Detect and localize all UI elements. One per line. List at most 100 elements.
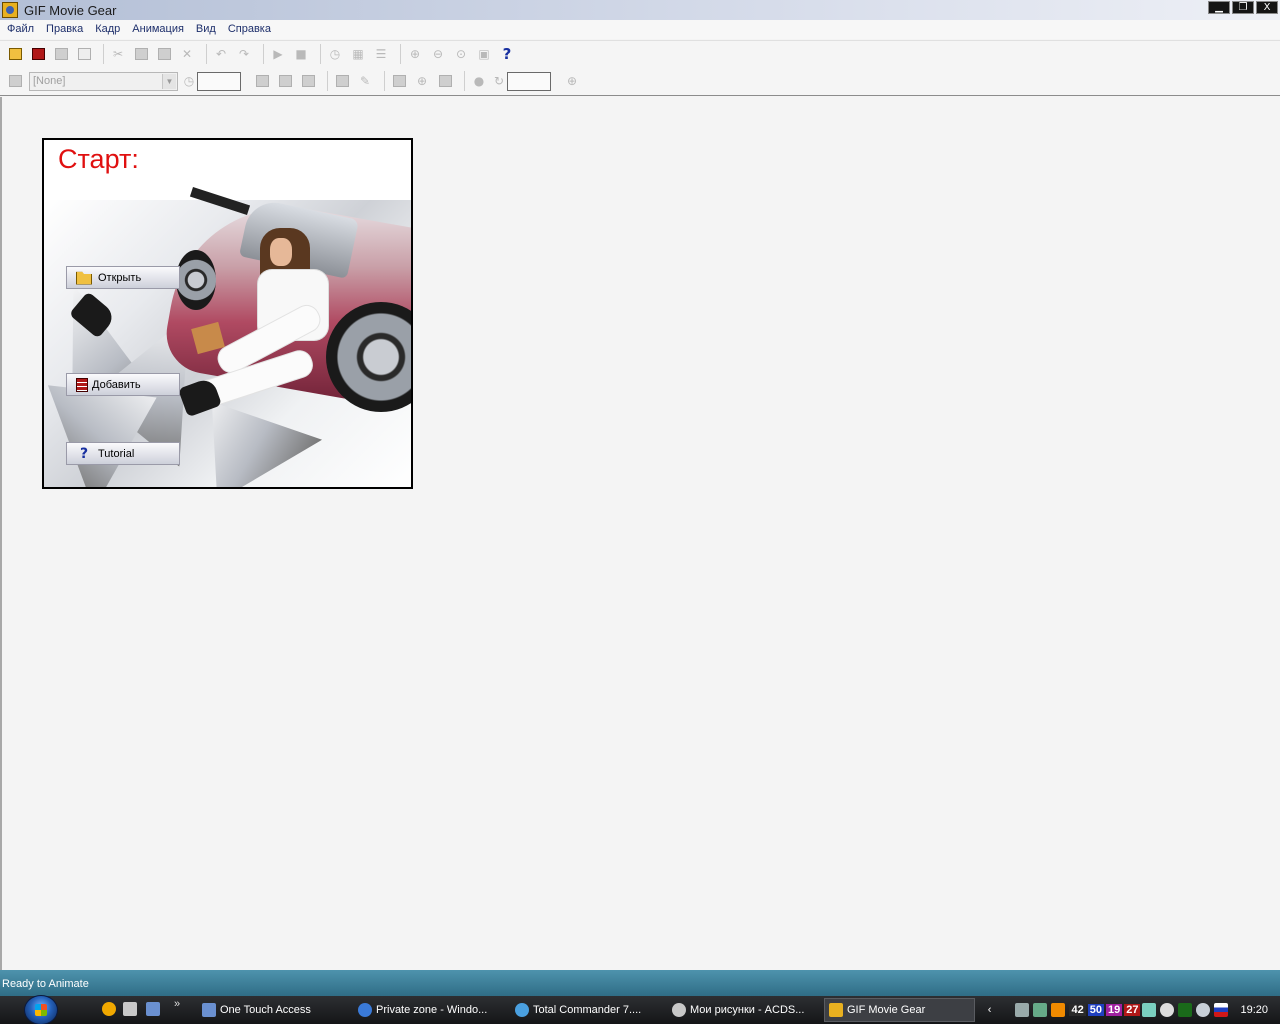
- toolbar-separator: [103, 44, 104, 64]
- copy-icon[interactable]: [132, 45, 150, 63]
- delay-input[interactable]: [197, 71, 241, 91]
- frame-zoom-icon[interactable]: ⊕: [413, 72, 431, 90]
- toolbar-separator: [206, 44, 207, 64]
- chevron-down-icon[interactable]: ▼: [162, 73, 176, 89]
- frame-properties-icon[interactable]: [6, 72, 24, 90]
- film-strip-icon: [76, 377, 88, 392]
- russian-flag-icon[interactable]: [1214, 1003, 1229, 1017]
- frame-shape-icon[interactable]: [436, 72, 454, 90]
- tray-expand-arrow[interactable]: ‹: [986, 1004, 994, 1016]
- start-title: Старт:: [58, 144, 139, 174]
- network-icon[interactable]: [1015, 1003, 1030, 1017]
- delete-icon[interactable]: ✕: [178, 45, 196, 63]
- toolbar-separator: [384, 71, 385, 91]
- taskbar-item[interactable]: Мои рисунки - ACDS...: [668, 998, 818, 1022]
- pen-icon[interactable]: [1142, 1003, 1157, 1017]
- add-button-label: Добавить: [92, 378, 141, 391]
- minimize-button[interactable]: ▁: [1208, 1, 1230, 14]
- crop-icon[interactable]: [253, 72, 271, 90]
- color-icon[interactable]: ●: [470, 72, 488, 90]
- tutorial-button[interactable]: ? Tutorial: [66, 442, 180, 465]
- loop-icon: ↻: [493, 74, 505, 88]
- stop-icon[interactable]: ■: [292, 45, 310, 63]
- palette-combo[interactable]: [None] ▼: [29, 71, 178, 91]
- frame-size-icon[interactable]: [390, 72, 408, 90]
- menu-edit[interactable]: Правка: [40, 20, 89, 39]
- start-artwork: [44, 140, 411, 487]
- open-button[interactable]: Открыть: [66, 266, 180, 289]
- menu-file[interactable]: Файл: [1, 20, 40, 39]
- timing-icon[interactable]: ◷: [326, 45, 344, 63]
- quick-launch-icon[interactable]: [146, 1002, 160, 1016]
- toolbar-separator: [263, 44, 264, 64]
- browser-icon: [358, 1003, 372, 1017]
- zoom-reset-icon[interactable]: ⊙: [452, 45, 470, 63]
- rotate-frame-icon[interactable]: [276, 72, 294, 90]
- loop-count-input[interactable]: [507, 71, 551, 91]
- film-strip-icon[interactable]: [29, 45, 47, 63]
- taskbar-item-label: One Touch Access: [220, 1004, 311, 1016]
- main-toolbar: ✂ ✕ ↶ ↷ ▶ ■ ◷ ▦ ☰ ⊕ ⊖ ⊙ ▣ ?: [0, 40, 1280, 67]
- terminal-icon[interactable]: [1178, 1003, 1193, 1017]
- menu-view[interactable]: Вид: [190, 20, 222, 39]
- maximize-button[interactable]: ❐: [1232, 1, 1254, 14]
- settings-icon[interactable]: [1033, 1003, 1048, 1017]
- window-controls: ▁ ❐ X: [1208, 1, 1278, 14]
- language-icon[interactable]: [1196, 1003, 1211, 1017]
- menu-help[interactable]: Справка: [222, 20, 277, 39]
- tutorial-button-label: Tutorial: [98, 447, 135, 460]
- taskbar-item-label: GIF Movie Gear: [847, 1004, 926, 1016]
- flip-frame-icon[interactable]: [299, 72, 317, 90]
- volume-icon[interactable]: [1160, 1003, 1175, 1017]
- title-bar: GIF Movie Gear ▁ ❐ X: [0, 0, 1280, 20]
- quick-launch-icon[interactable]: [102, 1002, 116, 1016]
- close-button[interactable]: X: [1256, 1, 1278, 14]
- clock[interactable]: 19:20: [1240, 1004, 1268, 1016]
- open-folder-icon[interactable]: [6, 45, 24, 63]
- help-icon[interactable]: ?: [498, 45, 516, 63]
- tray-counter[interactable]: 27: [1124, 1004, 1141, 1016]
- frame-grid-icon[interactable]: ▦: [349, 45, 367, 63]
- frame-list-icon[interactable]: ☰: [372, 45, 390, 63]
- paste-icon[interactable]: [155, 45, 173, 63]
- palette-combo-value: [None]: [33, 74, 66, 87]
- toolbar-separator: [464, 71, 465, 91]
- taskbar-item-label: Private zone - Windo...: [376, 1004, 488, 1016]
- delay-clock-icon: ◷: [183, 74, 195, 88]
- taskbar-item[interactable]: Private zone - Windo...: [354, 998, 506, 1022]
- menu-frame[interactable]: Кадр: [89, 20, 126, 39]
- select-icon[interactable]: ▣: [475, 45, 493, 63]
- save-icon[interactable]: [52, 45, 70, 63]
- tray-counter[interactable]: 42: [1069, 1004, 1086, 1016]
- media-player-icon[interactable]: [1051, 1003, 1066, 1017]
- quick-launch-more[interactable]: »: [174, 998, 180, 1010]
- frame-toolbar: [None] ▼ ◷ ✎ ⊕ ● ↻ ⊕: [0, 67, 1280, 96]
- tray-counter[interactable]: 50: [1087, 1004, 1104, 1016]
- start-button[interactable]: [24, 995, 58, 1024]
- redo-icon[interactable]: ↷: [235, 45, 253, 63]
- transparency-icon[interactable]: [333, 72, 351, 90]
- taskbar-item[interactable]: Total Commander 7....: [511, 998, 663, 1022]
- taskbar-item[interactable]: One Touch Access: [198, 998, 348, 1022]
- play-icon[interactable]: ▶: [269, 45, 287, 63]
- system-tray: ‹ 42 50 19 27 19:20: [986, 996, 1280, 1024]
- eyedropper-icon[interactable]: ✎: [356, 72, 374, 90]
- tray-counter[interactable]: 19: [1105, 1004, 1123, 1016]
- toolbar-separator: [400, 44, 401, 64]
- open-button-label: Открыть: [98, 271, 142, 284]
- quick-launch-icon[interactable]: [123, 1002, 137, 1016]
- taskbar-item-active[interactable]: GIF Movie Gear: [824, 998, 975, 1022]
- preview-zoom-icon[interactable]: ⊕: [563, 72, 581, 90]
- undo-icon[interactable]: ↶: [212, 45, 230, 63]
- toolbar-separator: [327, 71, 328, 91]
- app-icon[interactable]: [2, 2, 18, 18]
- taskbar-item-label: Мои рисунки - ACDS...: [690, 1004, 805, 1016]
- menu-animation[interactable]: Анимация: [126, 20, 190, 39]
- zoom-in-icon[interactable]: ⊕: [406, 45, 424, 63]
- add-button[interactable]: Добавить: [66, 373, 180, 396]
- new-document-icon[interactable]: [75, 45, 93, 63]
- app-icon: [515, 1003, 529, 1017]
- zoom-out-icon[interactable]: ⊖: [429, 45, 447, 63]
- cut-icon[interactable]: ✂: [109, 45, 127, 63]
- help-icon: ?: [79, 445, 89, 462]
